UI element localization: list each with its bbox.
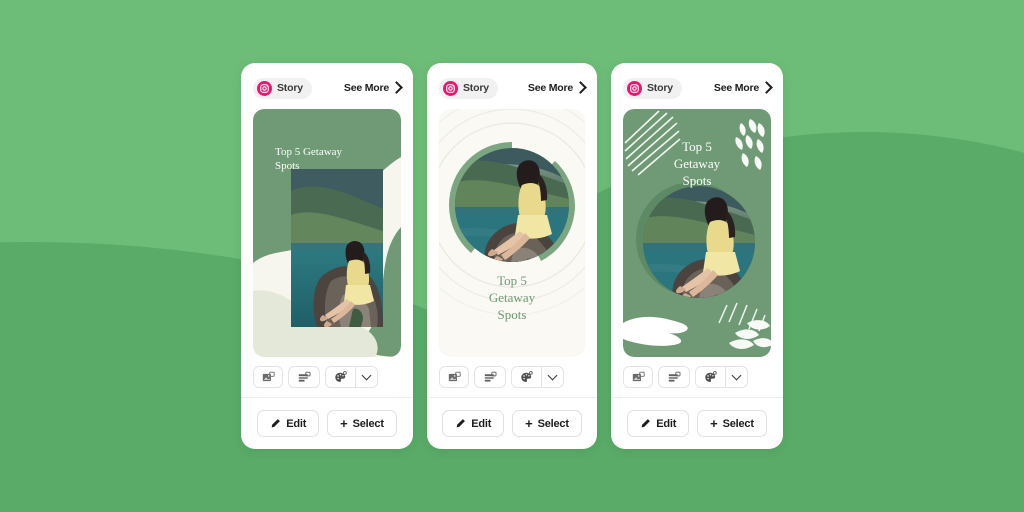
chevron-right-icon [574, 81, 587, 94]
poster-title-line-2: Getaway [489, 290, 536, 305]
tool-strip [623, 366, 771, 388]
story-card-1[interactable]: Story See More Top 5 Getaway Spots Edit … [241, 63, 413, 449]
chevron-right-icon [390, 81, 403, 94]
poster-title-line-2: Getaway [674, 156, 721, 171]
see-more-label: See More [713, 82, 759, 94]
pencil-icon [641, 419, 651, 428]
select-button-label: Select [352, 417, 384, 430]
action-row: Edit + Select [623, 398, 771, 449]
edit-button[interactable]: Edit [627, 410, 690, 437]
story-badge-label: Story [647, 82, 673, 94]
story-card-rail: Story See More Top 5 Getaway Spots Edit … [0, 0, 1024, 512]
poster-artwork: Top 5 Getaway Spots [253, 109, 401, 357]
palette-tool-button[interactable] [696, 367, 725, 387]
image-icon [632, 371, 645, 381]
card-header: Story See More [623, 75, 773, 101]
image-icon [262, 371, 275, 381]
image-icon [448, 371, 461, 381]
palette-icon [521, 370, 533, 382]
story-poster-preview[interactable]: Top 5 Getaway Spots [253, 109, 401, 357]
more-tool-button[interactable] [725, 367, 747, 387]
chevron-down-icon [731, 370, 742, 381]
palette-icon [705, 370, 717, 382]
chevron-right-icon [760, 81, 773, 94]
pencil-icon [271, 419, 281, 428]
see-more-button[interactable]: See More [527, 81, 587, 94]
story-badge[interactable]: Story [623, 77, 682, 99]
card-header: Story See More [253, 75, 403, 101]
edit-button-label: Edit [656, 417, 677, 430]
palette-tool-group [511, 366, 564, 388]
palette-tool-group [325, 366, 378, 388]
select-button-label: Select [537, 417, 569, 430]
poster-title-line-3: Spots [683, 173, 712, 188]
card-header: Story See More [439, 75, 587, 101]
layout-icon [298, 371, 310, 382]
select-button[interactable]: + Select [697, 410, 767, 437]
tool-strip [253, 366, 401, 388]
poster-artwork: Top 5 Getaway Spots [439, 109, 585, 357]
plus-icon: + [340, 416, 348, 431]
story-badge[interactable]: Story [253, 77, 312, 99]
story-poster-preview[interactable]: Top 5 Getaway Spots [623, 109, 771, 357]
poster-title-line-3: Spots [498, 307, 527, 322]
plus-icon: + [525, 416, 533, 431]
story-card-3[interactable]: Story See More Top 5 Getaway Spots Edit … [611, 63, 783, 449]
instagram-icon [627, 80, 642, 96]
image-tool-button[interactable] [253, 366, 283, 388]
story-poster-preview[interactable]: Top 5 Getaway Spots [439, 109, 585, 357]
select-button-label: Select [722, 417, 754, 430]
select-button[interactable]: + Select [512, 410, 582, 437]
edit-button[interactable]: Edit [442, 410, 505, 437]
poster-title-line-1: Top 5 [497, 273, 527, 288]
poster-title-line-1: Top 5 Getaway [275, 146, 343, 158]
story-badge-label: Story [277, 82, 303, 94]
layout-tool-button[interactable] [658, 366, 690, 388]
see-more-label: See More [343, 82, 389, 94]
story-card-2[interactable]: Story See More Top 5 Getaway Spots Edit … [427, 63, 597, 449]
action-row: Edit + Select [253, 398, 401, 449]
story-badge-label: Story [463, 82, 489, 94]
action-row: Edit + Select [439, 398, 585, 449]
layout-icon [668, 371, 680, 382]
layout-tool-button[interactable] [474, 366, 506, 388]
layout-icon [484, 371, 496, 382]
poster-title-line-1: Top 5 [682, 139, 712, 154]
see-more-button[interactable]: See More [713, 81, 773, 94]
more-tool-button[interactable] [541, 367, 563, 387]
palette-tool-button[interactable] [512, 367, 541, 387]
palette-icon [335, 370, 347, 382]
poster-artwork: Top 5 Getaway Spots [623, 109, 771, 357]
image-tool-button[interactable] [623, 366, 653, 388]
image-tool-button[interactable] [439, 366, 469, 388]
see-more-button[interactable]: See More [343, 81, 403, 94]
palette-tool-button[interactable] [326, 367, 355, 387]
more-tool-button[interactable] [355, 367, 377, 387]
edit-button-label: Edit [286, 417, 307, 430]
palette-tool-group [695, 366, 748, 388]
layout-tool-button[interactable] [288, 366, 320, 388]
story-badge[interactable]: Story [439, 77, 498, 99]
edit-button[interactable]: Edit [257, 410, 320, 437]
poster-title-line-2: Spots [275, 160, 299, 172]
pencil-icon [456, 419, 466, 428]
plus-icon: + [710, 416, 718, 431]
chevron-down-icon [547, 370, 558, 381]
select-button[interactable]: + Select [327, 410, 397, 437]
instagram-icon [443, 80, 458, 96]
see-more-label: See More [527, 82, 573, 94]
chevron-down-icon [361, 370, 372, 381]
instagram-icon [257, 80, 272, 96]
tool-strip [439, 366, 585, 388]
edit-button-label: Edit [471, 417, 492, 430]
